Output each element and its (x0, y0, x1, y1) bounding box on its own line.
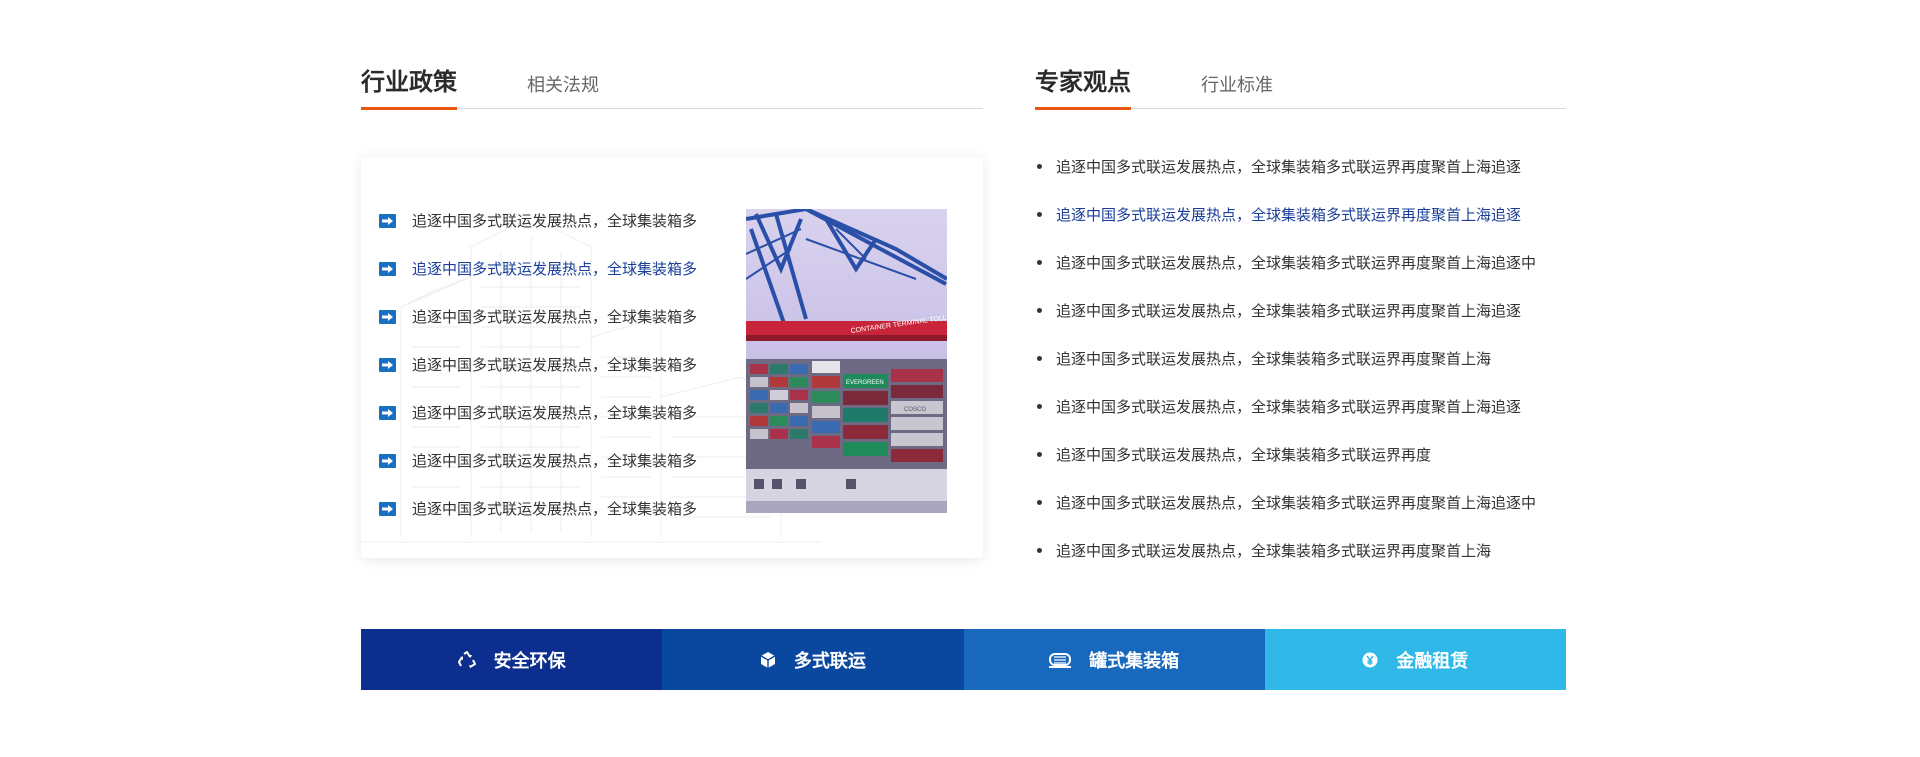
expert-news-item[interactable]: 追逐中国多式联运发展热点，全球集装箱多式联运界再度 (1035, 430, 1575, 478)
arrow-right-icon (379, 309, 396, 324)
category-button-4[interactable]: 金融租赁 (1264, 629, 1566, 690)
arrow-right-icon (379, 405, 396, 420)
policy-news-item[interactable]: 追逐中国多式联运发展热点，全球集装箱多 (379, 388, 709, 436)
category-label: 金融租赁 (1396, 650, 1469, 672)
policy-news-title: 追逐中国多式联运发展热点，全球集装箱多 (412, 355, 698, 374)
bullet-dot-icon (1037, 499, 1042, 505)
expert-news-title: 追逐中国多式联运发展热点，全球集装箱多式联运界再度聚首上海 (1056, 349, 1492, 368)
category-button-1[interactable]: 安全环保 (361, 629, 663, 690)
policy-news-title: 追逐中国多式联运发展热点，全球集装箱多 (412, 451, 698, 470)
expert-news-title: 追逐中国多式联运发展热点，全球集装箱多式联运界再度聚首上海追逐 (1056, 157, 1522, 176)
expert-news-list: 追逐中国多式联运发展热点，全球集装箱多式联运界再度聚首上海追逐 追逐中国多式联运发… (1035, 142, 1575, 574)
expert-news-title: 追逐中国多式联运发展热点，全球集装箱多式联运界再度聚首上海追逐中 (1056, 253, 1537, 272)
tab-related-regulations[interactable]: 相关法规 (527, 70, 599, 113)
expert-news-item[interactable]: 追逐中国多式联运发展热点，全球集装箱多式联运界再度聚首上海 (1035, 526, 1575, 574)
bullet-dot-icon (1037, 403, 1042, 409)
policy-card: 追逐中国多式联运发展热点，全球集装箱多 追逐中国多式联运发展热点，全球集装箱多 追逐… (361, 157, 983, 558)
expert-news-item[interactable]: 追逐中国多式联运发展热点，全球集装箱多式联运界再度聚首上海追逐 (1035, 190, 1575, 238)
policy-news-item[interactable]: 追逐中国多式联运发展热点，全球集装箱多 (379, 244, 709, 292)
policy-news-item[interactable]: 追逐中国多式联运发展热点，全球集装箱多 (379, 340, 709, 388)
expert-news-item[interactable]: 追逐中国多式联运发展热点，全球集装箱多式联运界再度聚首上海追逐 (1035, 382, 1575, 430)
category-button-3[interactable]: 罐式集装箱 (963, 629, 1265, 690)
expert-news-title: 追逐中国多式联运发展热点，全球集装箱多式联运界再度聚首上海追逐 (1056, 205, 1522, 224)
expert-news-title: 追逐中国多式联运发展热点，全球集装箱多式联运界再度聚首上海追逐 (1056, 397, 1522, 416)
tab-industry-policy[interactable]: 行业政策 (361, 66, 457, 110)
arrow-right-icon (379, 453, 396, 468)
recycle-icon (457, 650, 486, 669)
expert-news-item[interactable]: 追逐中国多式联运发展热点，全球集装箱多式联运界再度聚首上海 (1035, 334, 1575, 382)
bullet-dot-icon (1037, 355, 1042, 361)
expert-news-title: 追逐中国多式联运发展热点，全球集装箱多式联运界再度 (1056, 445, 1432, 464)
yen-coin-icon (1362, 652, 1388, 668)
tank-container-icon (1049, 652, 1081, 668)
expert-news-title: 追逐中国多式联运发展热点，全球集装箱多式联运界再度聚首上海追逐中 (1056, 493, 1537, 512)
category-bar: 安全环保 多式联运 罐式集装箱 金融租赁 (361, 629, 1566, 690)
policy-news-list: 追逐中国多式联运发展热点，全球集装箱多 追逐中国多式联运发展热点，全球集装箱多 追逐… (379, 196, 709, 532)
expert-news-item[interactable]: 追逐中国多式联运发展热点，全球集装箱多式联运界再度聚首上海追逐 (1035, 142, 1575, 190)
box-icon (760, 651, 786, 669)
category-label: 罐式集装箱 (1089, 650, 1180, 672)
expert-news-item[interactable]: 追逐中国多式联运发展热点，全球集装箱多式联运界再度聚首上海追逐 (1035, 286, 1575, 334)
bullet-dot-icon (1037, 211, 1042, 217)
tab-expert-opinion[interactable]: 专家观点 (1035, 66, 1131, 110)
bullet-dot-icon (1037, 163, 1042, 169)
policy-news-item[interactable]: 追逐中国多式联运发展热点，全球集装箱多 (379, 484, 709, 532)
page: 行业政策 相关法规 专家观点 行业标准 追逐中国多式联运发展热点，全球集装箱多追 (0, 0, 1920, 757)
policy-news-title: 追逐中国多式联运发展热点，全球集装箱多 (412, 499, 698, 518)
category-button-2[interactable]: 多式联运 (662, 629, 964, 690)
policy-news-item[interactable]: 追逐中国多式联运发展热点，全球集装箱多 (379, 436, 709, 484)
container-brand-2: COSCO (904, 407, 926, 413)
policy-news-item[interactable]: 追逐中国多式联运发展热点，全球集装箱多 (379, 292, 709, 340)
expert-news-item[interactable]: 追逐中国多式联运发展热点，全球集装箱多式联运界再度聚首上海追逐中 (1035, 478, 1575, 526)
category-label: 安全环保 (493, 650, 566, 672)
category-label: 多式联运 (793, 650, 866, 672)
tab-industry-standard[interactable]: 行业标准 (1201, 70, 1273, 113)
bullet-dot-icon (1037, 259, 1042, 265)
arrow-right-icon (379, 357, 396, 372)
container-port-image: CONTAINER TERMINAL TOLLERORT EVERGREEN C… (746, 209, 947, 513)
bullet-dot-icon (1037, 547, 1042, 553)
expert-tabs: 专家观点 行业标准 (1035, 66, 1566, 110)
policy-news-title: 追逐中国多式联运发展热点，全球集装箱多 (412, 259, 698, 278)
policy-news-title: 追逐中国多式联运发展热点，全球集装箱多 (412, 211, 698, 230)
policy-news-title: 追逐中国多式联运发展热点，全球集装箱多 (412, 307, 698, 326)
bullet-dot-icon (1037, 307, 1042, 313)
arrow-right-icon (379, 261, 396, 276)
container-brand-1: EVERGREEN (846, 380, 884, 386)
expert-news-title: 追逐中国多式联运发展热点，全球集装箱多式联运界再度聚首上海追逐 (1056, 301, 1522, 320)
policy-news-title: 追逐中国多式联运发展热点，全球集装箱多 (412, 403, 698, 422)
expert-news-item[interactable]: 追逐中国多式联运发展热点，全球集装箱多式联运界再度聚首上海追逐中 (1035, 238, 1575, 286)
expert-news-title: 追逐中国多式联运发展热点，全球集装箱多式联运界再度聚首上海 (1056, 541, 1492, 560)
policy-tabs: 行业政策 相关法规 (361, 66, 983, 110)
arrow-right-icon (379, 501, 396, 516)
bullet-dot-icon (1037, 451, 1042, 457)
policy-news-item[interactable]: 追逐中国多式联运发展热点，全球集装箱多 (379, 196, 709, 244)
arrow-right-icon (379, 213, 396, 228)
